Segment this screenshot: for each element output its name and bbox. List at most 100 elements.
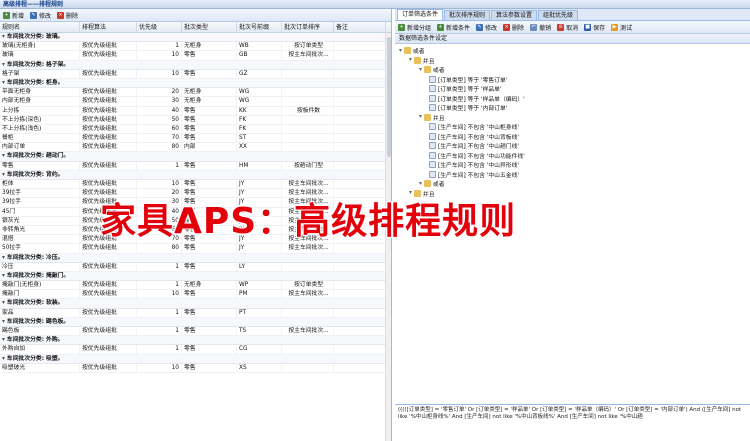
expand-icon[interactable]: ▾ xyxy=(2,34,5,40)
table-cell xyxy=(334,363,386,372)
col-header[interactable]: 批次订单排序 xyxy=(282,22,334,32)
table-row[interactable]: 玻璃(无柜身) 按优先级组批 1 无柜身 WB 按订单类型 xyxy=(0,42,391,52)
delete-button[interactable]: × 删除 xyxy=(57,11,78,20)
expand-icon[interactable]: ▾ xyxy=(419,114,422,120)
table-cell: 60 xyxy=(137,124,182,134)
group-row[interactable]: ▾ 车间批次分类: 软装。 xyxy=(0,299,391,309)
table-row[interactable]: 格子架 按优先级组批 10 零售 GZ xyxy=(0,69,391,79)
table-row[interactable]: 掩敲门 按优先级组批 10 零售 PM 按主车间批次... xyxy=(0,290,391,300)
expand-icon[interactable]: ▾ xyxy=(419,181,422,187)
table-row[interactable]: 玻璃 按优先级组批 10 零售 GB 按主车间批次... xyxy=(0,51,391,61)
table-row[interactable]: 踢色板 按优先级组批 1 零售 TS 按主车间批次... xyxy=(0,327,391,337)
table-cell: 70 xyxy=(137,134,182,143)
delete-button[interactable]: × 删除 xyxy=(503,23,524,32)
group-row[interactable]: ▾ 车间批次分类: 玻璃。 xyxy=(0,33,391,43)
group-row[interactable]: ▾ 车间批次分类: 格子架。 xyxy=(0,60,391,70)
table-row[interactable]: 内部订单 按优先级组批 80 内部 XX xyxy=(0,143,391,153)
table-row[interactable]: 外购自加 按优先级组批 1 零售 CG xyxy=(0,345,391,355)
expand-icon[interactable]: ▾ xyxy=(2,273,5,279)
table-cell: 零售 xyxy=(182,363,237,372)
group-row[interactable]: ▾ 车间批次分类: 吸塑。 xyxy=(0,354,391,364)
group-row[interactable]: ▾ 车间批次分类: 柜身。 xyxy=(0,78,391,89)
table-row[interactable]: 吸塑玻光 按优先级组批 10 零售 XS xyxy=(0,363,391,373)
tab-order-filter[interactable]: 订单筛选条件 xyxy=(397,9,444,20)
tab-batch-sort[interactable]: 批次排序规则 xyxy=(444,10,491,20)
col-header[interactable]: 批次类型 xyxy=(182,22,237,32)
edit-button[interactable]: ✎ 修改 xyxy=(476,23,497,32)
table-cell: 零售 xyxy=(182,69,237,78)
col-header[interactable]: 批次号前缀 xyxy=(237,22,282,32)
expand-icon[interactable]: ▾ xyxy=(2,300,5,306)
tab-batch-priority[interactable]: 组批优先级 xyxy=(538,10,579,20)
expand-icon[interactable]: ▾ xyxy=(2,337,5,343)
new-button[interactable]: + 新增 xyxy=(3,11,24,20)
tree-node[interactable]: [订单类型] 等于 '样品单（编码）' xyxy=(399,94,746,104)
add-group-button[interactable]: + 新增分组 xyxy=(398,23,431,32)
table-cell: 39拉手 xyxy=(0,198,80,207)
tree-node[interactable]: [订单类型] 等于 '样品单' xyxy=(399,84,746,94)
table-row[interactable]: 内部无柜身 按优先级组批 30 无柜身 WG xyxy=(0,97,391,107)
add-condition-button[interactable]: + 新增条件 xyxy=(437,23,470,32)
col-header[interactable]: 规则名 xyxy=(0,22,80,32)
tree-node[interactable]: [生产车间] 不包含 '中山柜身线' xyxy=(399,122,746,132)
table-cell xyxy=(334,161,386,170)
group-row[interactable]: ▾ 车间批次分类: 掩敲门。 xyxy=(0,271,391,282)
expand-icon[interactable]: ▾ xyxy=(2,172,5,178)
table-row[interactable]: 不上分拣(深色) 按优先级组批 50 零售 FK xyxy=(0,115,391,125)
table-row[interactable]: 不上分拣(浅色) 按优先级组批 60 零售 FK xyxy=(0,124,391,135)
expand-icon[interactable]: ▾ xyxy=(399,48,402,54)
table-cell xyxy=(282,363,334,372)
document-icon xyxy=(429,142,436,150)
tree-node[interactable]: [生产车间] 不包含 '中山异形线' xyxy=(399,160,746,170)
tree-node[interactable]: [订单类型] 等于 '内部订单' xyxy=(399,103,746,113)
table-row[interactable]: 冷压 按优先级组批 1 零售 LY xyxy=(0,262,391,272)
table-row[interactable]: 50拉手 按优先级组批 80 零售 JY 按主车间批次... xyxy=(0,244,391,254)
tree-node[interactable]: ▾ 或者 xyxy=(399,179,746,189)
table-cell xyxy=(282,124,334,134)
group-row[interactable]: ▾ 车间批次分类: 背约。 xyxy=(0,170,391,180)
table-row[interactable]: 柜体 按优先级组批 10 零售 JY 按主车间批次... xyxy=(0,180,391,190)
table-row[interactable]: 掩敲门(无柜身) 按优先级组批 1 无柜身 WP 按订单类型 xyxy=(0,281,391,291)
tree-node[interactable]: ▾ 或者 xyxy=(399,65,746,75)
expand-icon[interactable]: ▾ xyxy=(2,319,5,325)
cancel-button[interactable]: ⊘ 取消 xyxy=(557,23,578,32)
expand-icon[interactable]: ▾ xyxy=(409,57,412,63)
col-header[interactable]: 备注 xyxy=(334,22,386,32)
expand-icon[interactable]: ▾ xyxy=(2,255,5,261)
tree-node[interactable]: ▾ 并且 xyxy=(399,56,746,66)
col-header[interactable]: 优先级 xyxy=(137,22,182,32)
table-cell xyxy=(334,281,386,290)
expand-icon[interactable]: ▾ xyxy=(2,80,5,86)
tree-node[interactable]: [生产车间] 不包含 '中山五金线' xyxy=(399,170,746,180)
table-cell: 掩敲门 xyxy=(0,290,80,299)
expand-icon[interactable]: ▾ xyxy=(419,67,422,73)
expand-icon[interactable]: ▾ xyxy=(2,62,5,68)
group-row[interactable]: ▾ 车间批次分类: 冷压。 xyxy=(0,253,391,263)
group-row[interactable]: ▾ 车间批次分类: 外购。 xyxy=(0,336,391,346)
edit-button[interactable]: ✎ 修改 xyxy=(30,11,51,20)
tree-node[interactable]: ▾ 或者 xyxy=(399,46,746,56)
table-cell: 按主车间批次... xyxy=(282,180,334,189)
tab-algorithm-params[interactable]: 算法参数设置 xyxy=(491,10,538,20)
scroll-thumb[interactable] xyxy=(387,37,391,157)
tree-node[interactable]: [生产车间] 不包含 '中山功能件线' xyxy=(399,151,746,161)
tree-node[interactable]: [生产车间] 不包含 '中山趟门线' xyxy=(399,141,746,151)
table-row[interactable]: 上分拣 按优先级组批 40 零售 KK 按板件数 xyxy=(0,106,391,116)
revoke-button[interactable]: ↶ 撤销 xyxy=(530,23,551,32)
table-cell: 不上分拣(浅色) xyxy=(0,124,80,134)
group-row[interactable]: ▾ 车间批次分类: 踢色板。 xyxy=(0,317,391,327)
test-button[interactable]: ▶ 测试 xyxy=(611,23,632,32)
group-row[interactable]: ▾ 车间批次分类: 趟动门。 xyxy=(0,152,391,162)
table-row[interactable]: 餐柜 按优先级组批 70 零售 ST xyxy=(0,134,391,144)
save-button[interactable]: ■ 保存 xyxy=(584,23,605,32)
tree-node[interactable]: ▾ 并且 xyxy=(399,113,746,123)
table-row[interactable]: 家品 按优先级组批 1 零售 PT xyxy=(0,308,391,318)
expand-icon[interactable]: ▾ xyxy=(2,356,5,362)
col-header[interactable]: 排程算法 xyxy=(80,22,137,32)
table-row[interactable]: 零售 按优先级组批 1 零售 HM 按趟动门型 xyxy=(0,161,391,171)
expand-icon[interactable]: ▾ xyxy=(2,153,5,159)
table-cell: 按优先级组批 xyxy=(80,290,137,299)
tree-node[interactable]: [生产车间] 不包含 '中山背板线' xyxy=(399,132,746,142)
tree-node[interactable]: [订单类型] 等于 '零售订单' xyxy=(399,75,746,85)
table-row[interactable]: 平面无柜身 按优先级组批 20 无柜身 WG xyxy=(0,88,391,98)
